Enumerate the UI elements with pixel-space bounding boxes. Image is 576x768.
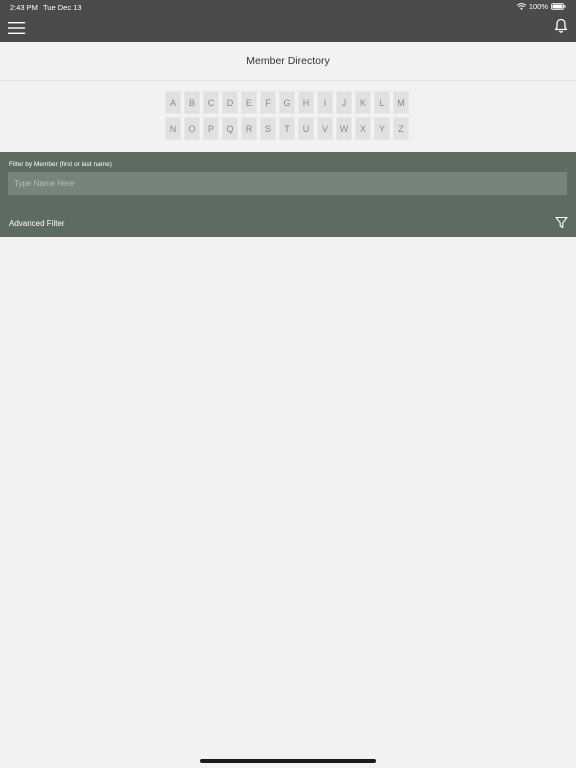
- name-filter-input[interactable]: [8, 172, 567, 195]
- status-right: 100%: [516, 2, 566, 11]
- letter-a-button[interactable]: A: [165, 91, 181, 114]
- funnel-filter-icon[interactable]: [555, 216, 568, 229]
- wifi-icon: [516, 3, 526, 10]
- battery-icon: [551, 3, 566, 10]
- letter-o-button[interactable]: O: [184, 117, 200, 140]
- page-header: Member Directory: [0, 42, 576, 81]
- letter-k-button[interactable]: K: [355, 91, 371, 114]
- filter-label: Filter by Member (first or last name): [9, 161, 112, 168]
- letter-e-button[interactable]: E: [241, 91, 257, 114]
- letter-l-button[interactable]: L: [374, 91, 390, 114]
- letter-m-button[interactable]: M: [393, 91, 409, 114]
- advanced-filter-label: Advanced Filter: [9, 219, 65, 228]
- status-bar: 2:43 PM Tue Dec 13 100%: [0, 0, 576, 14]
- letter-q-button[interactable]: Q: [222, 117, 238, 140]
- alphabet-index: ABCDEFGHIJKLM NOPQRSTUVWXYZ: [165, 91, 415, 143]
- letter-s-button[interactable]: S: [260, 117, 276, 140]
- filter-panel: Filter by Member (first or last name) Ad…: [0, 152, 576, 237]
- letter-w-button[interactable]: W: [336, 117, 352, 140]
- home-indicator: [200, 759, 376, 763]
- letter-b-button[interactable]: B: [184, 91, 200, 114]
- letter-z-button[interactable]: Z: [393, 117, 409, 140]
- letter-j-button[interactable]: J: [336, 91, 352, 114]
- bell-icon[interactable]: [554, 18, 568, 34]
- status-date: Tue Dec 13: [43, 3, 82, 12]
- hamburger-menu-icon[interactable]: [8, 21, 25, 35]
- letter-p-button[interactable]: P: [203, 117, 219, 140]
- letter-d-button[interactable]: D: [222, 91, 238, 114]
- letter-c-button[interactable]: C: [203, 91, 219, 114]
- letter-i-button[interactable]: I: [317, 91, 333, 114]
- letter-h-button[interactable]: H: [298, 91, 314, 114]
- letter-n-button[interactable]: N: [165, 117, 181, 140]
- letter-r-button[interactable]: R: [241, 117, 257, 140]
- letter-v-button[interactable]: V: [317, 117, 333, 140]
- battery-percent: 100%: [528, 2, 548, 11]
- letter-g-button[interactable]: G: [279, 91, 295, 114]
- letter-x-button[interactable]: X: [355, 117, 371, 140]
- advanced-filter-button[interactable]: Advanced Filter: [0, 210, 576, 234]
- letter-t-button[interactable]: T: [279, 117, 295, 140]
- alphabet-row-1: ABCDEFGHIJKLM: [165, 91, 415, 114]
- letter-f-button[interactable]: F: [260, 91, 276, 114]
- alphabet-row-2: NOPQRSTUVWXYZ: [165, 117, 415, 140]
- letter-y-button[interactable]: Y: [374, 117, 390, 140]
- page-title: Member Directory: [246, 55, 330, 67]
- nav-bar: [0, 14, 576, 42]
- letter-u-button[interactable]: U: [298, 117, 314, 140]
- status-time: 2:43 PM: [10, 3, 38, 12]
